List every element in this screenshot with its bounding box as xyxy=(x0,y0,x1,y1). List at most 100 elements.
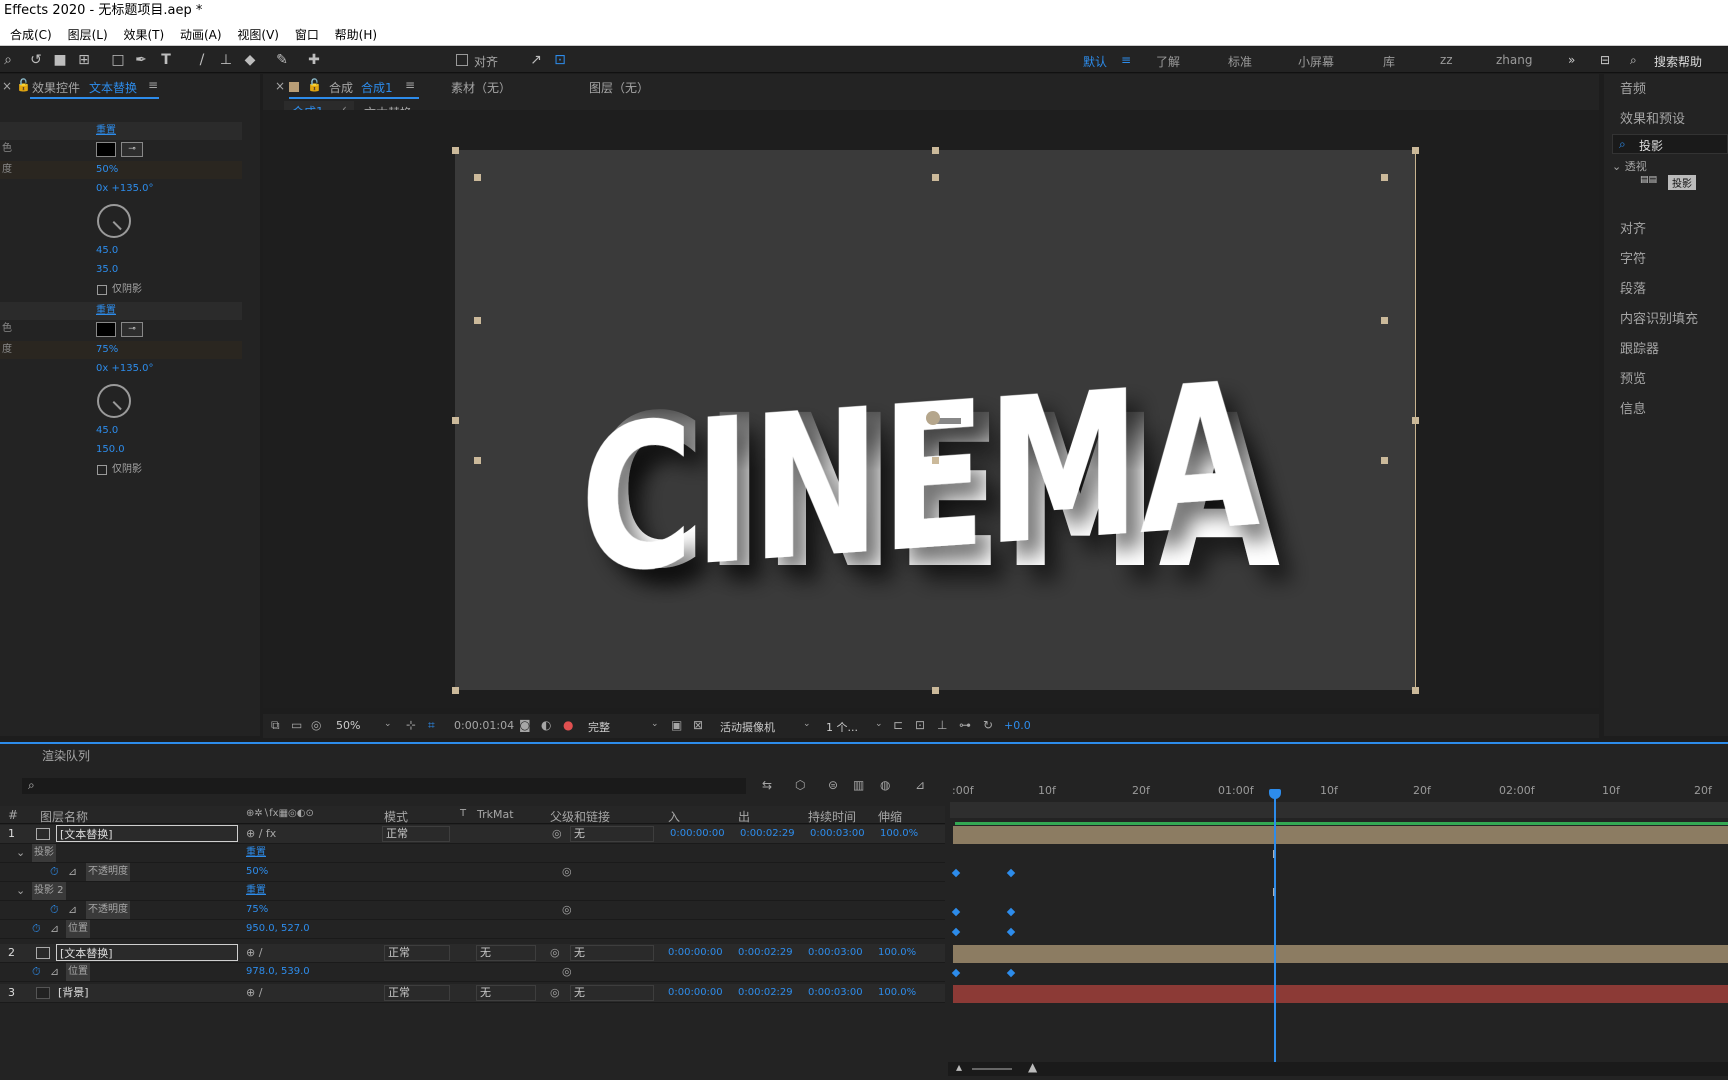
workspace-small-screen[interactable]: 小屏幕 xyxy=(1298,53,1334,70)
direction-value[interactable]: 0x +135.0° xyxy=(96,180,153,198)
camera-dropdown[interactable]: 活动摄像机 xyxy=(720,719,775,735)
flowchart-icon[interactable]: ⊶ xyxy=(959,718,971,732)
shadow-only-checkbox[interactable] xyxy=(97,285,107,295)
current-time[interactable]: 0:00:01:04 xyxy=(454,719,514,732)
snap-icon[interactable]: ↗ xyxy=(528,52,544,68)
text-handle[interactable] xyxy=(1381,174,1388,181)
camera-tool-icon[interactable]: ■ xyxy=(52,52,68,68)
pickwhip-icon[interactable]: ◎ xyxy=(552,825,562,843)
shadow-color-swatch-2[interactable] xyxy=(96,322,116,337)
text-handle[interactable] xyxy=(1381,317,1388,324)
effect-name[interactable]: 投影 2 xyxy=(32,882,66,900)
workspace-libraries[interactable]: 库 xyxy=(1383,53,1395,70)
menu-layer[interactable]: 图层(L) xyxy=(68,24,108,46)
effect-result-item[interactable]: ▤▤ 投影 xyxy=(1640,175,1706,190)
parent-dropdown[interactable]: 无 xyxy=(570,945,654,961)
layer-bar-2[interactable] xyxy=(953,945,1728,963)
in-point[interactable]: 0:00:00:00 xyxy=(668,984,723,1002)
direction-dial[interactable] xyxy=(97,204,131,238)
layer-name[interactable]: [背景] xyxy=(58,984,89,1002)
comp-tab-label[interactable]: 合成 xyxy=(329,79,353,96)
reset-link[interactable]: 重置 xyxy=(246,882,266,900)
eyedropper-icon-2[interactable]: ⊸ xyxy=(121,322,143,337)
direction-value-2[interactable]: 0x +135.0° xyxy=(96,360,153,378)
panel-tracker[interactable]: 跟踪器 xyxy=(1620,338,1659,357)
panel-paragraph[interactable]: 段落 xyxy=(1620,278,1646,297)
chevron-down-icon[interactable]: ⌄ xyxy=(384,719,392,729)
layer-switches[interactable]: ⊕ ∕ xyxy=(246,984,262,1002)
bbox-handle[interactable] xyxy=(452,417,459,424)
stretch[interactable]: 100.0% xyxy=(878,944,916,962)
draft-3d-icon[interactable]: ⬡ xyxy=(795,778,805,792)
toggle-pixel-icon[interactable]: ⊏ xyxy=(893,718,903,732)
in-point[interactable]: 0:00:00:00 xyxy=(668,944,723,962)
pickwhip-icon[interactable]: ◎ xyxy=(550,984,560,1002)
brush-tool-icon[interactable]: / xyxy=(194,52,210,68)
fast-preview-icon[interactable]: ⊡ xyxy=(915,718,925,732)
mode-dropdown[interactable]: 正常 xyxy=(384,945,450,961)
layer-name[interactable]: [文本替换] xyxy=(56,944,238,961)
zoom-out-icon[interactable]: ▴ xyxy=(956,1060,962,1074)
work-area-bar[interactable] xyxy=(950,802,1728,818)
effect-row-shadow1[interactable]: ⌄ 投影 重置 xyxy=(0,844,945,863)
snapshot-icon[interactable]: ◙ xyxy=(519,718,531,732)
property-row-position1[interactable]: ⏱ ⊿ 位置 950.0, 527.0 xyxy=(0,920,945,939)
show-snapshot-icon[interactable]: ◐ xyxy=(541,718,551,732)
text-handle[interactable] xyxy=(474,174,481,181)
text-handle[interactable] xyxy=(474,317,481,324)
zoom-slider[interactable] xyxy=(972,1068,1012,1070)
mode-dropdown[interactable]: 正常 xyxy=(382,826,450,842)
comp-mini-flowchart-icon[interactable]: ⇆ xyxy=(762,778,772,792)
comp-lock-icon[interactable]: 🔓 xyxy=(307,78,322,92)
workspace-menu-icon[interactable]: ≡ xyxy=(1121,53,1131,67)
chevron-down-icon[interactable]: ⌄ xyxy=(803,719,811,729)
stamp-tool-icon[interactable]: ⊥ xyxy=(218,52,234,68)
puppet-pin-icon[interactable]: ✚ xyxy=(306,52,322,68)
out-point[interactable]: 0:00:02:29 xyxy=(738,944,793,962)
panel-toggle-icon[interactable]: ⊟ xyxy=(1600,53,1610,67)
out-point[interactable]: 0:00:02:29 xyxy=(738,984,793,1002)
search-help-field[interactable]: 搜索帮助 xyxy=(1654,53,1702,70)
layer-switches[interactable]: ⊕ ∕ fx xyxy=(246,825,276,843)
layer-row-3[interactable]: 3 [背景] ⊕ ∕ 正常 无 ◎ 无 0:00:00:00 0:00:02:2… xyxy=(0,984,945,1003)
bbox-handle[interactable] xyxy=(452,147,459,154)
softness-value[interactable]: 35.0 xyxy=(96,261,118,279)
graph-editor-icon[interactable]: ⊿ xyxy=(915,778,925,792)
stopwatch-icon[interactable]: ⏱ xyxy=(50,901,59,919)
layer-name[interactable]: [文本替换] xyxy=(56,825,238,842)
position-value[interactable]: 950.0, 527.0 xyxy=(246,920,310,938)
effect-row-shadow2[interactable]: ⌄ 投影 2 重置 xyxy=(0,882,945,901)
stretch[interactable]: 100.0% xyxy=(880,825,918,843)
graph-icon[interactable]: ⊿ xyxy=(68,863,77,881)
twirl-open-icon[interactable]: ⌄ xyxy=(16,882,25,900)
bbox-handle[interactable] xyxy=(932,687,939,694)
category-toggle[interactable]: ⌄ 透视 xyxy=(1612,158,1647,174)
rectangle-tool-icon[interactable]: □ xyxy=(110,52,126,68)
text-handle[interactable] xyxy=(932,174,939,181)
pan-behind-tool-icon[interactable]: ⊞ xyxy=(76,52,92,68)
panel-character[interactable]: 字符 xyxy=(1620,248,1646,267)
comp-close-icon[interactable]: × xyxy=(275,79,285,93)
panel-align[interactable]: 对齐 xyxy=(1620,218,1646,237)
direction-dial-2[interactable] xyxy=(97,384,131,418)
distance-value[interactable]: 45.0 xyxy=(96,242,118,260)
composition-canvas[interactable]: CINEMA CINEMA xyxy=(452,147,1419,694)
softness-value-2[interactable]: 150.0 xyxy=(96,441,125,459)
out-point[interactable]: 0:00:02:29 xyxy=(740,825,795,843)
pickwhip-icon[interactable]: ◎ xyxy=(562,963,572,981)
effect-controls-layer[interactable]: 文本替换 xyxy=(89,79,137,96)
trkmat-dropdown[interactable]: 无 xyxy=(476,945,536,961)
mask-path-icon[interactable]: ⌗ xyxy=(428,718,435,733)
menu-help[interactable]: 帮助(H) xyxy=(335,24,377,46)
panel-menu-icon[interactable]: ≡ xyxy=(148,78,158,92)
panel-info[interactable]: 信息 xyxy=(1620,398,1646,417)
pickwhip-icon[interactable]: ◎ xyxy=(562,863,572,881)
layer-bar-3[interactable] xyxy=(953,985,1728,1003)
reset-button-2[interactable]: 重置 xyxy=(96,302,116,320)
layer-bar-1[interactable] xyxy=(953,826,1728,844)
panel-content-aware-fill[interactable]: 内容识别填充 xyxy=(1620,308,1698,327)
eyedropper-icon[interactable]: ⊸ xyxy=(121,142,143,157)
parent-dropdown[interactable]: 无 xyxy=(570,826,654,842)
timeline-search-input[interactable]: ⌕ xyxy=(22,778,746,794)
text-handle[interactable] xyxy=(932,457,939,464)
